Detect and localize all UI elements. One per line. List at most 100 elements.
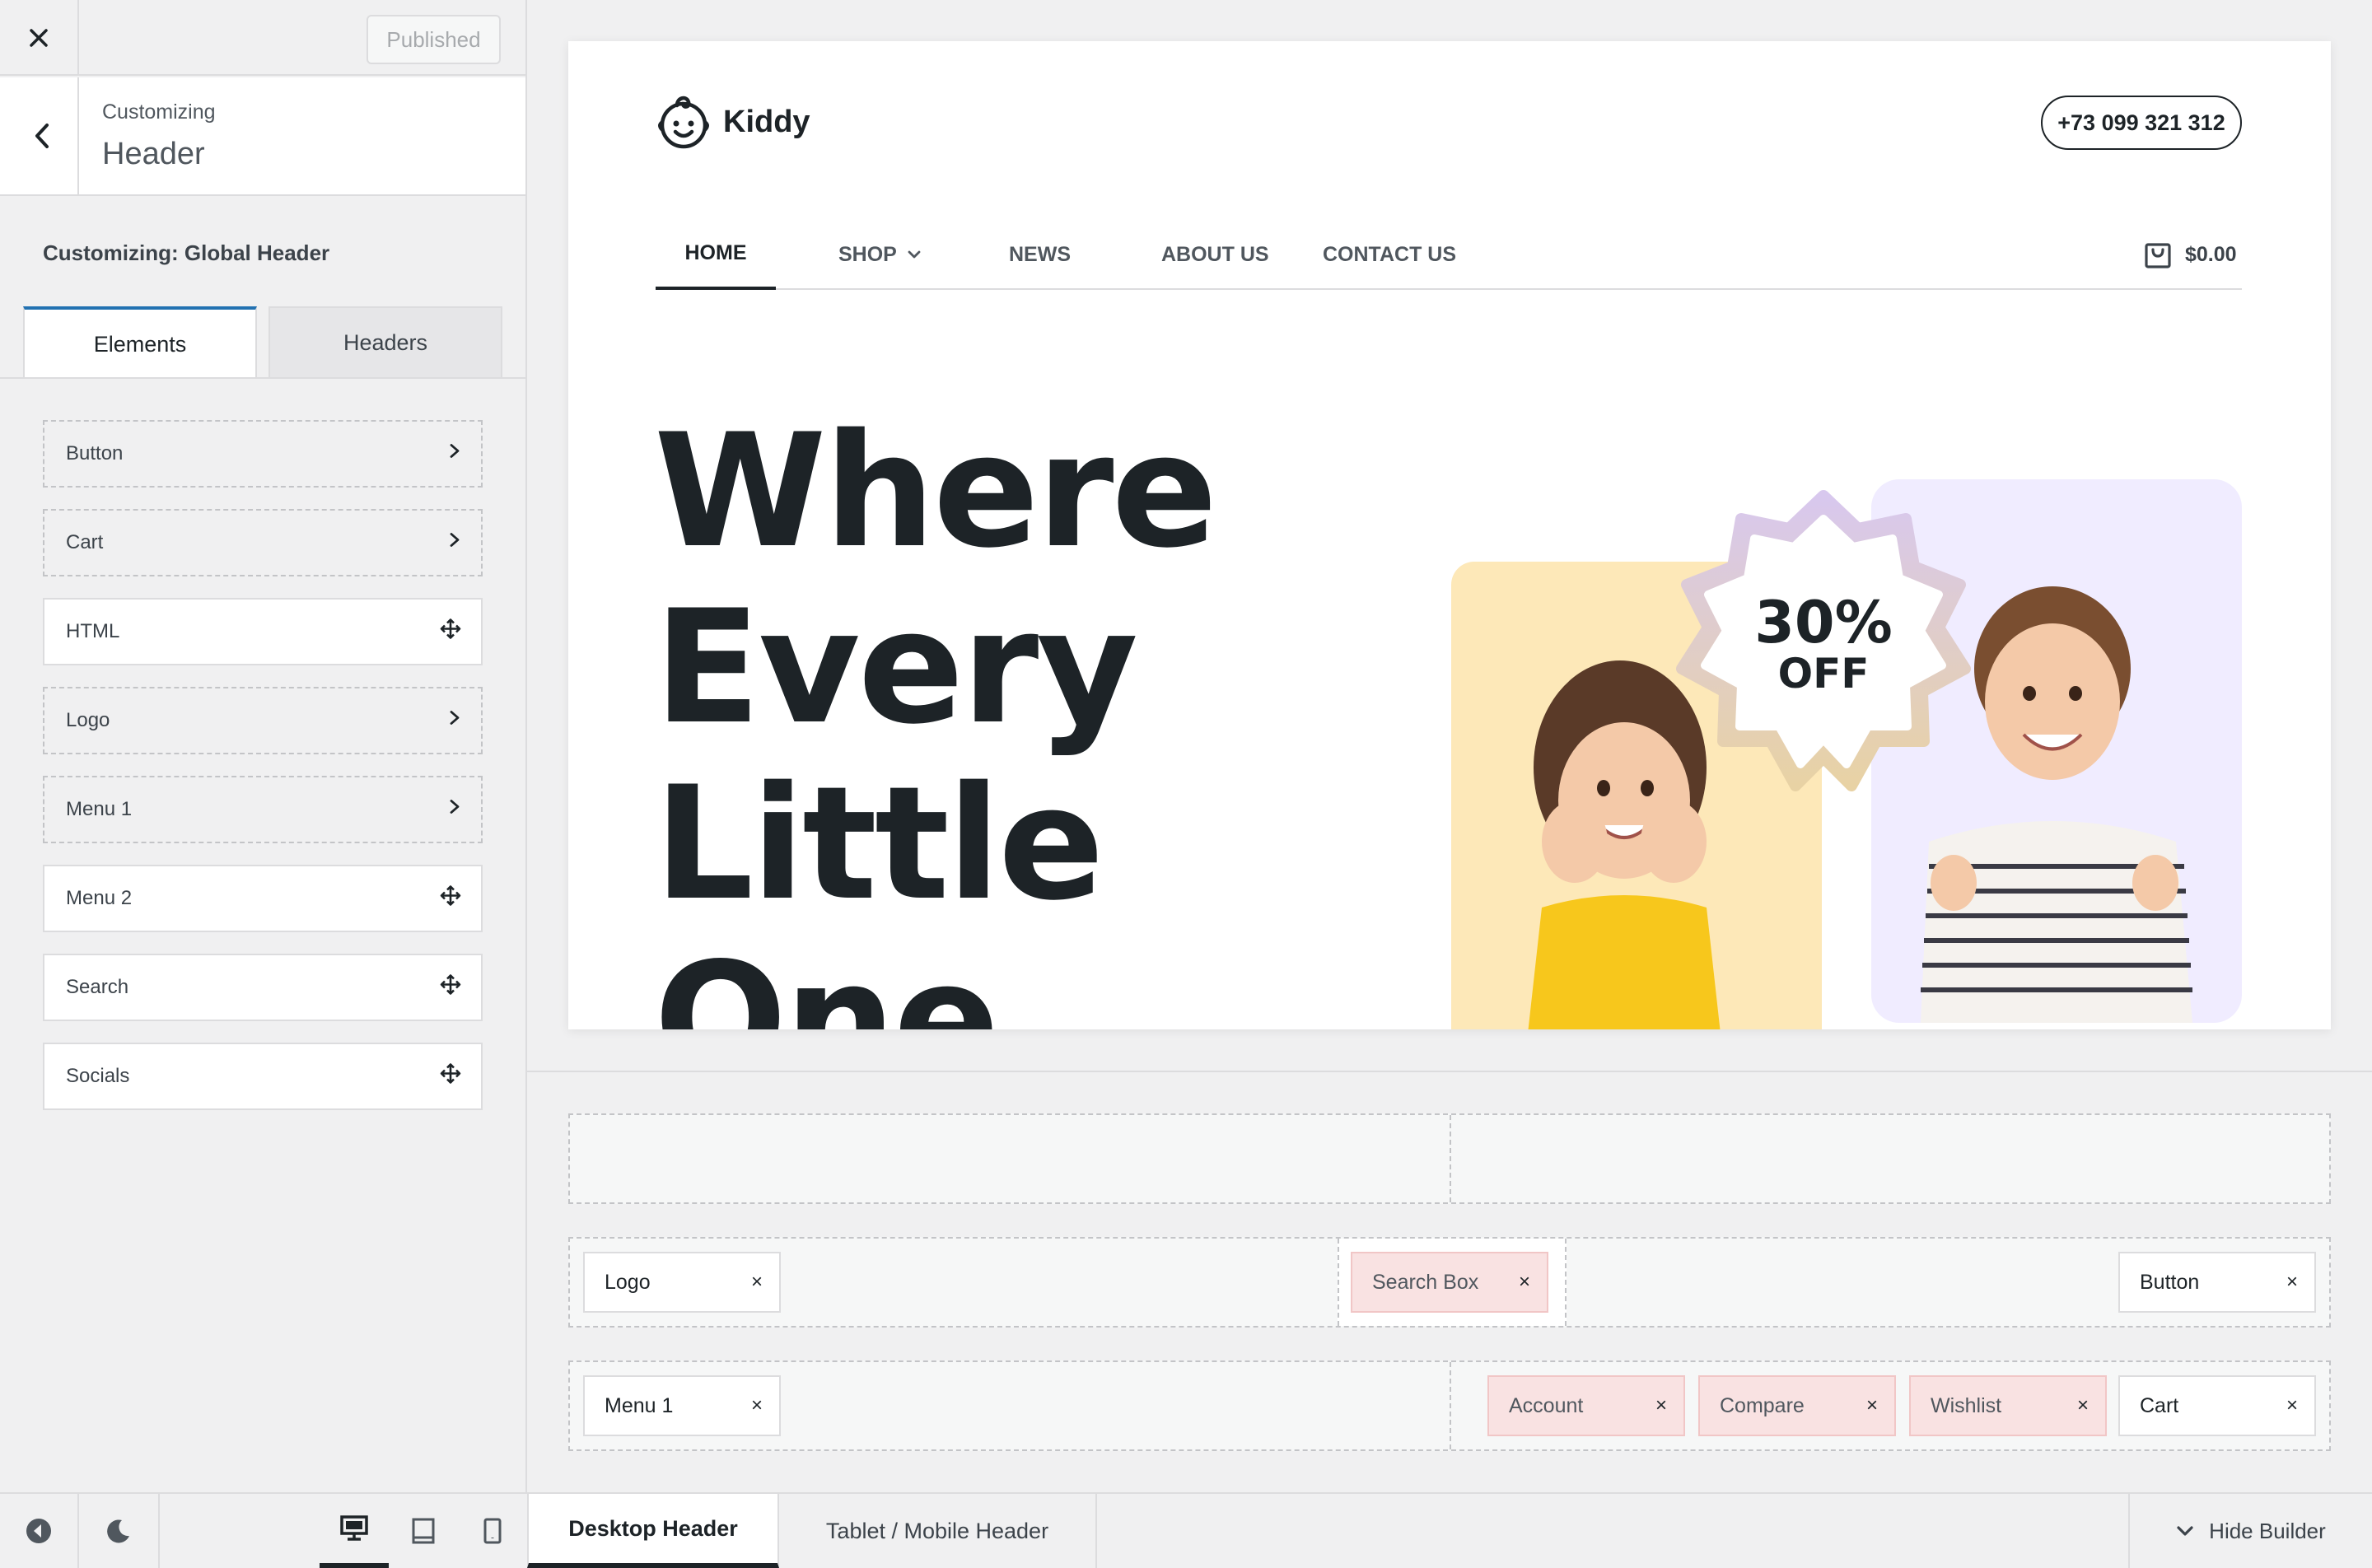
builder-chip-compare[interactable]: Compare ×: [1698, 1375, 1896, 1436]
site-logo-text: Kiddy: [723, 104, 810, 139]
dark-mode-button[interactable]: [79, 1494, 160, 1568]
element-item-logo[interactable]: Logo: [43, 687, 483, 754]
hide-builder-button[interactable]: Hide Builder: [2128, 1494, 2372, 1568]
nav-item-about[interactable]: ABOUT US: [1161, 219, 1269, 290]
remove-icon[interactable]: ×: [2286, 1394, 2298, 1417]
tab-divider: [0, 377, 525, 379]
device-mobile-button[interactable]: [458, 1494, 527, 1568]
builder-chip-account[interactable]: Account ×: [1487, 1375, 1685, 1436]
site-preview: Kiddy +73 099 321 312 HOME SHOP NEWS ABO…: [568, 41, 2331, 1029]
remove-icon[interactable]: ×: [2077, 1394, 2089, 1417]
tab-headers[interactable]: Headers: [268, 306, 502, 379]
move-icon[interactable]: [440, 618, 461, 646]
back-button[interactable]: [0, 77, 79, 194]
element-item-socials[interactable]: Socials: [43, 1043, 483, 1110]
remove-icon[interactable]: ×: [2286, 1271, 2298, 1294]
chip-label: Compare: [1720, 1393, 1805, 1417]
chip-label: Search Box: [1372, 1270, 1479, 1294]
builder-chip-menu-1[interactable]: Menu 1 ×: [583, 1375, 781, 1436]
hero-line: Every: [654, 576, 1138, 758]
move-icon[interactable]: [440, 885, 461, 912]
site-logo[interactable]: Kiddy: [656, 94, 810, 150]
chevron-down-icon: [908, 250, 921, 259]
builder-row-top[interactable]: [568, 1113, 2331, 1204]
nav-item-home[interactable]: HOME: [656, 219, 776, 290]
builder-chip-wishlist[interactable]: Wishlist ×: [1909, 1375, 2107, 1436]
device-tablet-button[interactable]: [389, 1494, 458, 1568]
cart-total: $0.00: [2185, 242, 2237, 266]
remove-icon[interactable]: ×: [751, 1271, 763, 1294]
chevron-down-icon: [2177, 1526, 2193, 1536]
hero-title: Where Every Little One: [654, 400, 1395, 1030]
element-item-label: HTML: [66, 620, 120, 642]
customizer-sidebar: Published Customizing Header Customizing…: [0, 0, 527, 1492]
nav-item-label: NEWS: [1009, 242, 1071, 266]
element-item-menu-1[interactable]: Menu 1: [43, 776, 483, 843]
element-item-html[interactable]: HTML: [43, 598, 483, 665]
chevron-right-icon: [448, 709, 461, 733]
hero-line: Little: [654, 753, 1104, 935]
close-customizer-button[interactable]: [0, 0, 79, 76]
nav-item-label: ABOUT US: [1161, 242, 1269, 266]
builder-chip-button[interactable]: Button ×: [2118, 1252, 2316, 1313]
element-item-label: Logo: [66, 709, 110, 731]
tab-elements[interactable]: Elements: [23, 306, 257, 379]
remove-icon[interactable]: ×: [1866, 1394, 1878, 1417]
close-icon: [30, 29, 48, 47]
sidebar-topbar: Published: [0, 0, 525, 76]
hero-line: Where: [654, 400, 1217, 582]
section-header: Customizing Header: [0, 77, 525, 196]
main-navigation: HOME SHOP NEWS ABOUT US CONTACT US: [656, 219, 2242, 290]
phone-button[interactable]: +73 099 321 312: [2041, 96, 2242, 150]
baby-face-icon: [658, 96, 709, 149]
move-icon[interactable]: [440, 1063, 461, 1090]
builder-chip-cart[interactable]: Cart ×: [2118, 1375, 2316, 1436]
builder-column-divider: [1450, 1115, 1451, 1202]
nav-item-label: HOME: [684, 240, 747, 264]
collapse-sidebar-button[interactable]: [0, 1494, 79, 1568]
tab-tablet-mobile-header[interactable]: Tablet / Mobile Header: [779, 1494, 1097, 1568]
builder-chip-search-box[interactable]: Search Box ×: [1351, 1252, 1548, 1313]
hero-line: One: [654, 929, 1000, 1030]
header-cart[interactable]: $0.00: [2144, 226, 2237, 283]
chevron-right-icon: [448, 798, 461, 822]
chip-label: Account: [1509, 1393, 1584, 1417]
chip-label: Button: [2140, 1270, 2200, 1294]
discount-percent: 30%: [1754, 589, 1893, 656]
sidebar-tabs: Elements Headers: [23, 306, 502, 379]
chip-label: Cart: [2140, 1393, 2179, 1417]
element-item-menu-2[interactable]: Menu 2: [43, 865, 483, 932]
discount-off-label: OFF: [1777, 650, 1870, 698]
chip-label: Wishlist: [1931, 1393, 2002, 1417]
section-subtitle: Customizing: [102, 100, 216, 124]
element-item-label: Socials: [66, 1065, 130, 1087]
element-item-search[interactable]: Search: [43, 954, 483, 1021]
element-item-label: Cart: [66, 531, 104, 553]
tab-desktop-header[interactable]: Desktop Header: [527, 1494, 779, 1568]
shopping-bag-icon: [2145, 243, 2171, 268]
mobile-icon: [483, 1518, 502, 1544]
chip-label: Menu 1: [605, 1393, 674, 1417]
device-desktop-button[interactable]: [320, 1494, 389, 1568]
element-item-button[interactable]: Button: [43, 420, 483, 488]
nav-item-label: SHOP: [838, 242, 897, 266]
nav-item-contact[interactable]: CONTACT US: [1323, 219, 1456, 290]
moon-icon: [107, 1519, 129, 1543]
chevron-right-icon: [448, 531, 461, 555]
element-item-label: Menu 2: [66, 887, 133, 909]
builder-row-bottom[interactable]: Menu 1 × Account × Compare × Wishlist × …: [568, 1360, 2331, 1451]
remove-icon[interactable]: ×: [1655, 1394, 1667, 1417]
builder-column-divider: [1450, 1362, 1451, 1449]
builder-chip-logo[interactable]: Logo ×: [583, 1252, 781, 1313]
tablet-icon: [412, 1518, 435, 1544]
nav-item-news[interactable]: NEWS: [1009, 219, 1071, 290]
chevron-left-icon: [35, 124, 49, 148]
remove-icon[interactable]: ×: [1519, 1271, 1530, 1294]
move-icon[interactable]: [440, 974, 461, 1001]
element-item-cart[interactable]: Cart: [43, 509, 483, 576]
remove-icon[interactable]: ×: [751, 1394, 763, 1417]
published-button[interactable]: Published: [367, 15, 501, 64]
builder-row-main[interactable]: Logo × Search Box × Button ×: [568, 1237, 2331, 1328]
nav-item-shop[interactable]: SHOP: [838, 219, 922, 290]
customizer-footer: Desktop Header Tablet / Mobile Header Hi…: [0, 1492, 2372, 1568]
